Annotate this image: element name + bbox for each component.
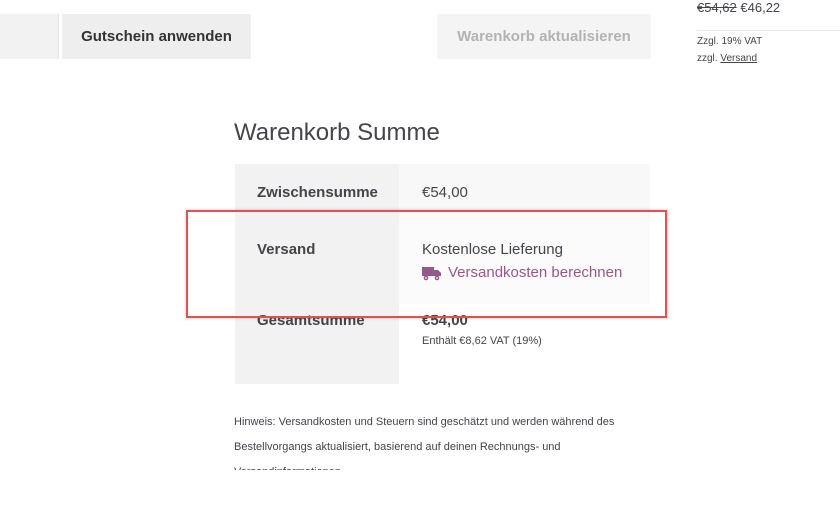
tax-note: Zzgl. 19% VAT — [697, 36, 763, 47]
old-price: €54,62 — [697, 0, 737, 15]
subtotal-value: €54,00 — [399, 164, 650, 220]
total-value-cell: €54,00 Enthält €8,62 VAT (19%) — [399, 304, 650, 384]
shipping-prefix: zzgl. — [697, 53, 718, 64]
update-cart-button[interactable]: Warenkorb aktualisieren — [437, 14, 651, 59]
shipping-row: Versand Kostenlose Lieferung Versandkost… — [235, 220, 650, 304]
total-row: Gesamtsumme €54,00 Enthält €8,62 VAT (19… — [235, 304, 650, 384]
mini-divider — [697, 30, 840, 31]
shipping-tax-notice: Hinweis: Versandkosten und Steuern sind … — [234, 416, 615, 470]
coupon-code-input[interactable] — [0, 14, 59, 59]
apply-coupon-button[interactable]: Gutschein anwenden — [62, 14, 251, 59]
shipping-note: zzgl. Versand — [697, 53, 757, 64]
subtotal-row: Zwischensumme €54,00 — [235, 164, 650, 220]
cart-totals-title: Warenkorb Summe — [234, 119, 440, 146]
calculate-shipping-link[interactable]: Versandkosten berechnen — [422, 264, 622, 281]
subtotal-label: Zwischensumme — [235, 164, 399, 220]
mini-cart-price: €54,62 €46,22 — [697, 0, 780, 15]
new-price: €46,22 — [740, 0, 781, 15]
free-shipping-method: Kostenlose Lieferung — [422, 241, 563, 258]
shipping-label: Versand — [235, 220, 399, 304]
truck-icon — [422, 265, 442, 281]
vat-included: Enthält €8,62 VAT (19%) — [422, 335, 542, 347]
calculate-shipping-label: Versandkosten berechnen — [448, 264, 623, 281]
total-label: Gesamtsumme — [235, 304, 399, 384]
shipping-link[interactable]: Versand — [720, 53, 757, 64]
total-value: €54,00 — [422, 312, 468, 329]
cart-totals-table: Zwischensumme €54,00 Versand Kostenlose … — [235, 164, 650, 384]
shipping-value: Kostenlose Lieferung Versandkosten berec… — [399, 220, 650, 304]
